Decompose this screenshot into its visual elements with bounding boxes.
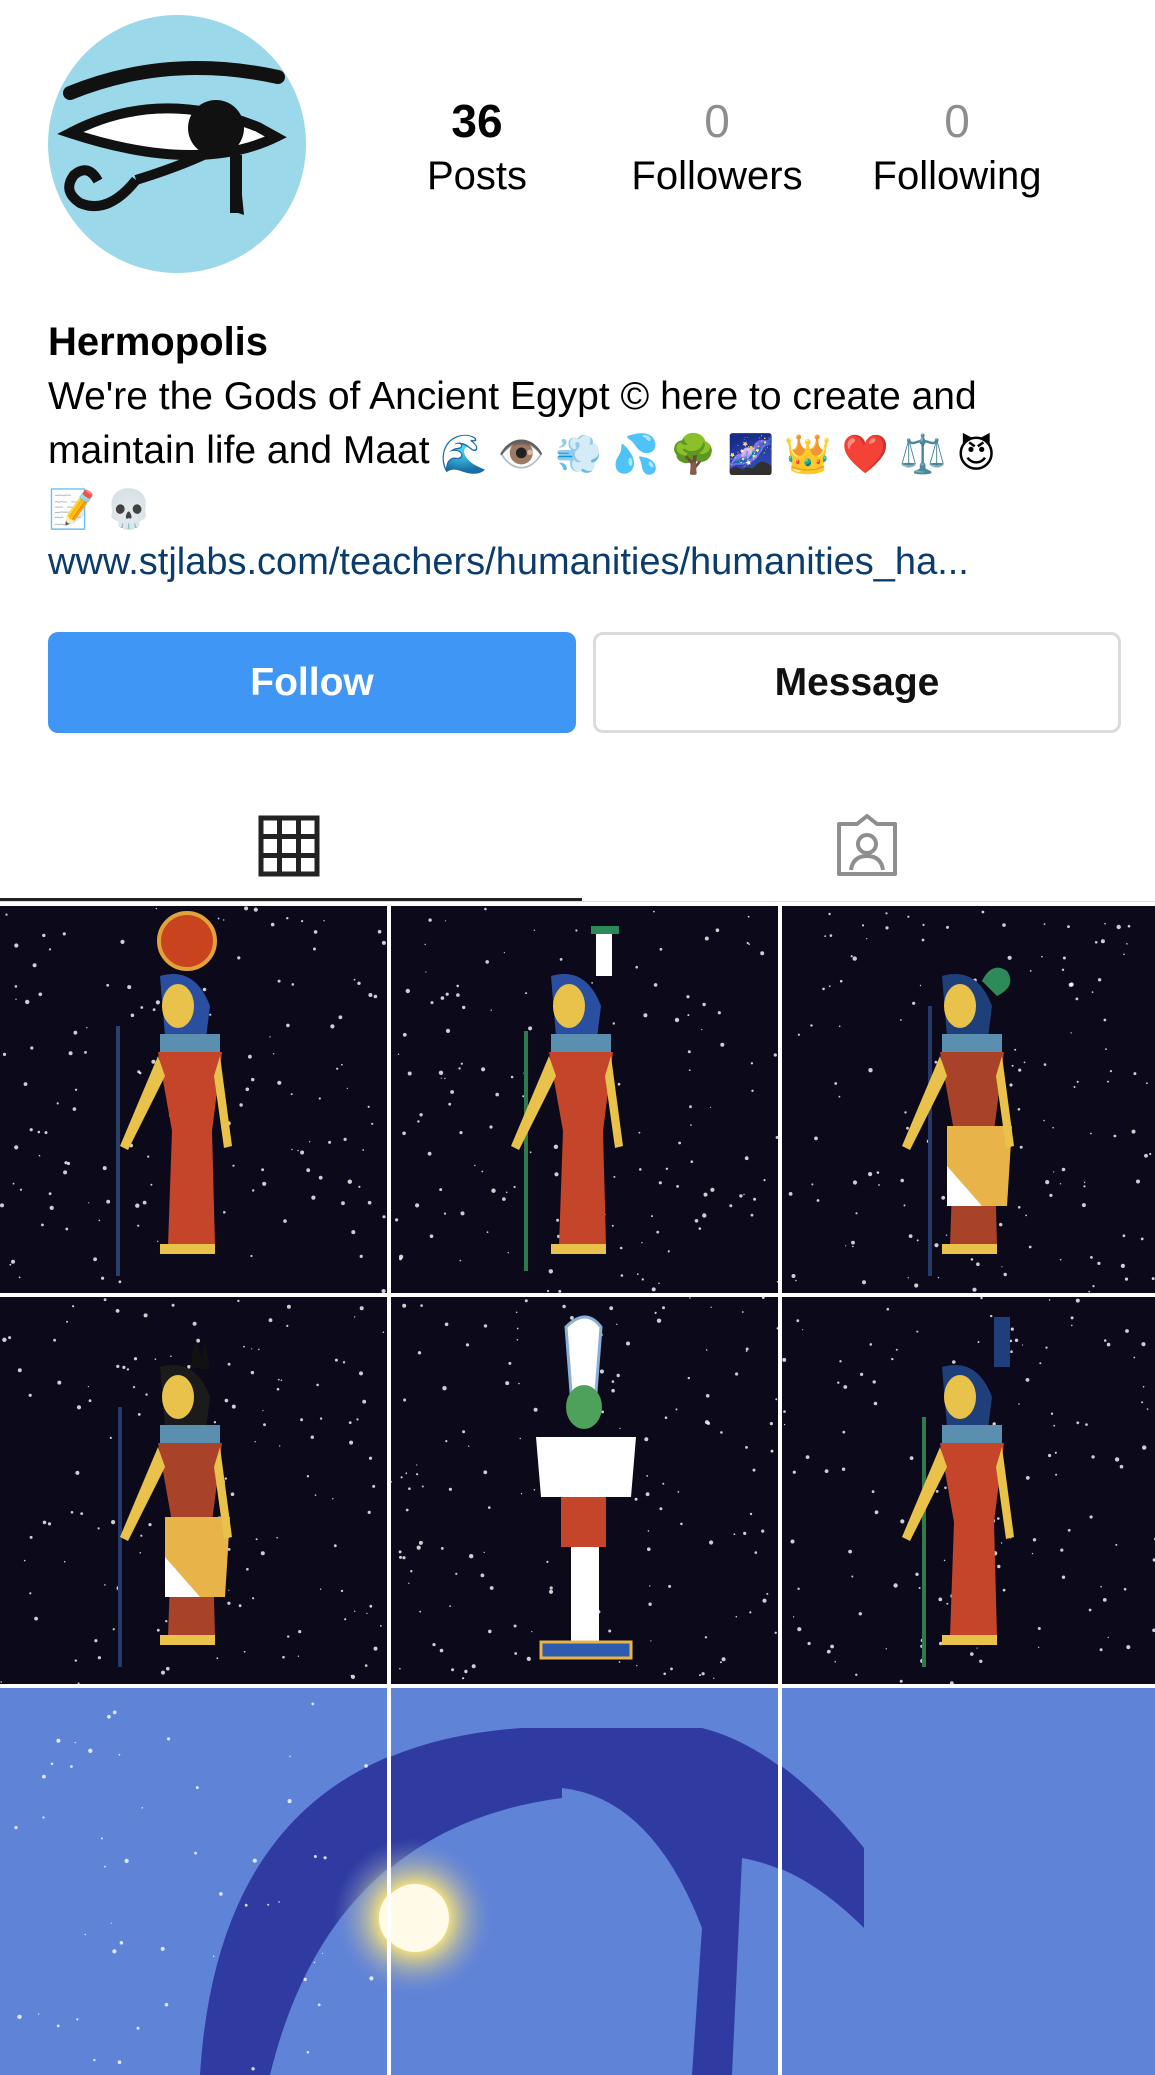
bio-emoji: 🌌 [727, 434, 775, 476]
post-image-osiris-white-crown [391, 1297, 778, 1684]
message-button[interactable]: Message [593, 632, 1121, 733]
tab-posts-grid[interactable] [0, 790, 577, 902]
post-thumbnail[interactable] [0, 906, 387, 1293]
tagged-person-icon [836, 814, 897, 876]
following-stat[interactable]: 0 Following [847, 92, 1067, 202]
bio-emoji: 📝 [48, 489, 96, 531]
post-thumbnail[interactable] [0, 1297, 387, 1684]
post-image-goddess-sun-disk-crown [0, 906, 387, 1293]
profile-avatar[interactable] [48, 15, 306, 273]
bio-line-2: maintain life and Maat 🌊 👁️ 💨 💦 🌳 🌌 👑 ❤️ ⚖️ 😈 [48, 424, 1118, 479]
followers-count: 0 [704, 95, 730, 147]
bio-line-2-text: maintain life and Maat [48, 429, 430, 472]
tab-tagged[interactable] [578, 790, 1155, 902]
profile-website-link[interactable]: www.stjlabs.com/teachers/humanities/huma… [48, 536, 1118, 588]
eye-of-horus-icon [57, 61, 287, 215]
posts-count: 36 [451, 95, 503, 147]
post-image-nut-sky-goddess-center [391, 1688, 778, 2075]
profile-bio: We're the Gods of Ancient Egypt © here t… [48, 370, 1118, 534]
bio-emoji: ❤️ [841, 434, 890, 476]
post-image-jackal-headed-god [0, 1297, 387, 1684]
post-thumbnail[interactable] [391, 1297, 778, 1684]
post-thumbnail[interactable] [391, 906, 778, 1293]
post-thumbnail[interactable] [0, 1688, 387, 2075]
post-thumbnail[interactable] [782, 1688, 1155, 2075]
profile-username: Hermopolis [48, 320, 269, 364]
following-count: 0 [944, 95, 970, 147]
posts-label: Posts [426, 154, 528, 198]
bio-emoji-row: 🌊 👁️ 💨 💦 🌳 🌌 👑 ❤️ ⚖️ 😈 [440, 429, 1006, 476]
bio-emoji: 😈 [956, 434, 996, 476]
followers-stat[interactable]: 0 Followers [607, 92, 827, 202]
post-image-goddess-feather-crown-staff [391, 906, 778, 1293]
bio-emoji: 🌳 [669, 434, 718, 476]
follow-button[interactable]: Follow [48, 632, 576, 733]
bio-emoji-row: 📝 💀 [48, 484, 163, 531]
bio-line-1: We're the Gods of Ancient Egypt © here t… [48, 375, 977, 418]
bio-line-3: 📝 💀 [48, 479, 1118, 534]
tab-divider [0, 901, 1155, 902]
bio-emoji: 🌊 [440, 434, 488, 476]
bio-emoji: 👁️ [497, 434, 546, 476]
bio-emoji: 💨 [555, 434, 603, 476]
bio-emoji: ⚖️ [899, 434, 947, 476]
posts-stat[interactable]: 36 Posts [367, 92, 587, 202]
grid-icon [258, 815, 319, 877]
bio-emoji: 💦 [612, 434, 660, 476]
bio-emoji: 👑 [784, 434, 832, 476]
post-image-god-serpent-headdress [782, 906, 1155, 1293]
post-thumbnail[interactable] [782, 906, 1155, 1293]
post-thumbnail[interactable] [391, 1688, 778, 2075]
post-image-goddess-throne-crown-staff [782, 1297, 1155, 1684]
post-image-nut-sky-goddess-right [782, 1688, 1155, 2075]
bio-emoji: 💀 [105, 489, 153, 531]
post-image-nut-sky-goddess-left [0, 1688, 387, 2075]
post-thumbnail[interactable] [782, 1297, 1155, 1684]
following-label: Following [872, 154, 1042, 198]
followers-label: Followers [631, 154, 803, 198]
